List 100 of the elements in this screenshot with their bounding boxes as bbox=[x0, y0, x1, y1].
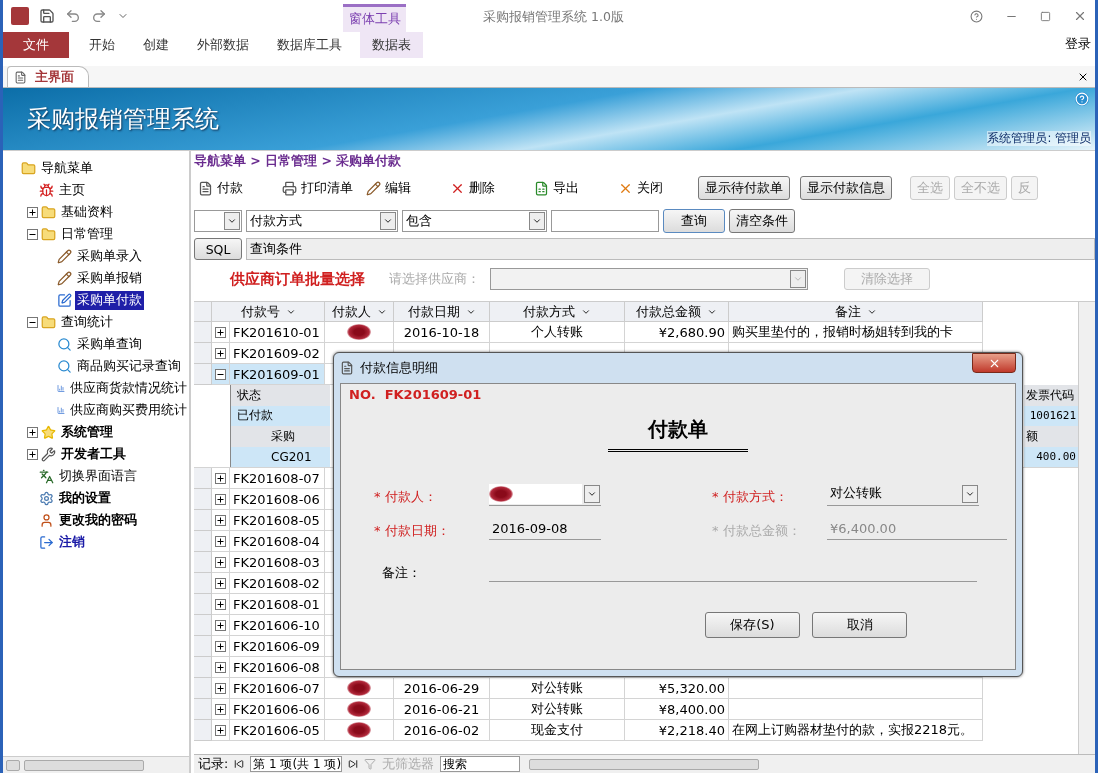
action-button[interactable]: 显示付款信息 bbox=[800, 176, 892, 200]
first-record-icon[interactable] bbox=[234, 759, 245, 769]
dropdown[interactable]: 包含 bbox=[402, 210, 547, 232]
table-cell: FK201606-09 bbox=[230, 636, 325, 657]
expand-icon[interactable] bbox=[27, 206, 38, 218]
clear-button[interactable]: 清空条件 bbox=[729, 209, 795, 233]
sql-button[interactable]: SQL bbox=[194, 238, 242, 260]
ribbon-tab[interactable]: 开始 bbox=[75, 32, 129, 58]
vertical-scrollbar[interactable] bbox=[1078, 302, 1095, 754]
dropdown[interactable]: 付款方式 bbox=[246, 210, 398, 232]
collapse-icon[interactable] bbox=[27, 228, 38, 240]
nav-item[interactable]: 导航菜单 bbox=[39, 158, 95, 178]
dropdown[interactable] bbox=[194, 210, 242, 232]
record-position-field[interactable]: 第 1 项(共 1 项) bbox=[250, 756, 343, 772]
nav-item[interactable]: 主页 bbox=[57, 180, 87, 200]
table-cell: FK201606-10 bbox=[230, 615, 325, 636]
form-heading: 付款单 bbox=[608, 416, 748, 452]
expand-icon[interactable] bbox=[215, 619, 226, 631]
toolbar-button[interactable]: 导出 bbox=[530, 179, 610, 197]
ribbon-tab[interactable]: 文件 bbox=[3, 32, 69, 58]
close-icon[interactable] bbox=[1077, 71, 1089, 83]
toolbar-button[interactable]: 关闭 bbox=[614, 179, 694, 197]
undo-icon[interactable] bbox=[65, 8, 81, 24]
payer-dropdown[interactable] bbox=[489, 482, 601, 506]
form-icon bbox=[14, 70, 27, 84]
nav-item[interactable]: 日常管理 bbox=[59, 224, 115, 244]
expand-icon[interactable] bbox=[215, 724, 226, 736]
redo-icon[interactable] bbox=[91, 8, 107, 24]
expand-icon[interactable] bbox=[215, 577, 226, 589]
record-label: 记录: bbox=[198, 755, 229, 773]
nav-item[interactable]: 供应商购买费用统计 bbox=[68, 400, 189, 420]
toolbar-button[interactable]: 删除 bbox=[446, 179, 526, 197]
toolbar-button[interactable]: 编辑 bbox=[362, 179, 442, 197]
search-field[interactable]: 搜索 bbox=[440, 756, 521, 772]
user-label: 系统管理员: 管理员 bbox=[987, 131, 1091, 146]
ribbon-tab[interactable]: 数据库工具 bbox=[263, 32, 356, 58]
expand-icon[interactable] bbox=[215, 472, 226, 484]
nav-item[interactable]: 基础资料 bbox=[59, 202, 115, 222]
ribbon-tab[interactable]: 数据表 bbox=[360, 32, 423, 58]
column-header[interactable]: 备注 bbox=[729, 302, 983, 322]
field-label: * 付款方式： bbox=[712, 488, 789, 506]
column-header[interactable]: 付款日期 bbox=[394, 302, 490, 322]
date-field[interactable]: 2016-09-08 bbox=[489, 518, 601, 540]
toolbar-button[interactable]: 付款 bbox=[194, 179, 274, 197]
last-record-icon[interactable] bbox=[348, 759, 359, 769]
column-header[interactable]: 付款方式 bbox=[490, 302, 625, 322]
settings-icon bbox=[39, 490, 54, 506]
close-button[interactable] bbox=[972, 353, 1016, 373]
column-header[interactable]: 付款号 bbox=[212, 302, 325, 322]
help-icon[interactable] bbox=[970, 9, 983, 23]
table-cell: 2016-10-18 bbox=[394, 322, 490, 343]
nav-item[interactable]: 供应商货款情况统计 bbox=[68, 378, 189, 398]
collapse-icon[interactable] bbox=[27, 316, 38, 328]
expand-icon[interactable] bbox=[27, 448, 38, 460]
expand-icon[interactable] bbox=[215, 703, 226, 715]
expand-icon[interactable] bbox=[215, 598, 226, 610]
input-field[interactable] bbox=[551, 210, 659, 232]
nav-item[interactable]: 切换界面语言 bbox=[57, 466, 139, 486]
nav-item[interactable]: 商品购买记录查询 bbox=[75, 356, 183, 376]
nav-item[interactable]: 采购单报销 bbox=[75, 268, 144, 288]
nav-item[interactable]: 开发者工具 bbox=[59, 444, 128, 464]
table-cell: 采购 bbox=[231, 426, 330, 447]
ribbon-tab[interactable]: 创建 bbox=[129, 32, 183, 58]
expand-icon[interactable] bbox=[215, 556, 226, 568]
expand-icon[interactable] bbox=[215, 493, 226, 505]
column-header[interactable]: 付款总金额 bbox=[625, 302, 729, 322]
ribbon-tab[interactable]: 外部数据 bbox=[183, 32, 263, 58]
nav-item[interactable]: 系统管理 bbox=[59, 422, 115, 442]
dialog-button[interactable]: 取消 bbox=[812, 612, 907, 638]
folder-icon bbox=[41, 226, 56, 242]
condition-field[interactable]: 查询条件 bbox=[246, 238, 1095, 260]
document-tab[interactable]: 主界面 bbox=[7, 66, 89, 87]
expand-icon[interactable] bbox=[215, 347, 226, 359]
expand-icon[interactable] bbox=[215, 514, 226, 526]
maximize-icon[interactable] bbox=[1040, 10, 1051, 22]
column-header[interactable]: 付款人 bbox=[325, 302, 394, 322]
expand-icon[interactable] bbox=[215, 326, 226, 338]
login-link[interactable]: 登录 bbox=[1065, 32, 1091, 53]
nav-item[interactable]: 采购单查询 bbox=[75, 334, 144, 354]
expand-icon[interactable] bbox=[27, 426, 38, 438]
toolbar-button[interactable]: 打印清单 bbox=[278, 179, 358, 197]
expand-icon[interactable] bbox=[215, 535, 226, 547]
expand-icon[interactable] bbox=[215, 682, 226, 694]
nav-item[interactable]: 采购单录入 bbox=[75, 246, 144, 266]
dialog-button[interactable]: 保存(S) bbox=[705, 612, 800, 638]
nav-item[interactable]: 查询统计 bbox=[59, 312, 115, 332]
expand-icon[interactable] bbox=[215, 661, 226, 673]
nav-item[interactable]: 更改我的密码 bbox=[57, 510, 139, 530]
save-icon[interactable] bbox=[39, 8, 55, 24]
collapse-icon[interactable] bbox=[215, 368, 226, 380]
action-button[interactable]: 显示待付款单 bbox=[698, 176, 790, 200]
nav-item[interactable]: 采购单付款 bbox=[75, 290, 144, 310]
horizontal-scrollbar[interactable] bbox=[3, 756, 189, 773]
dropdown[interactable] bbox=[490, 268, 808, 290]
nav-item[interactable]: 我的设置 bbox=[57, 488, 113, 508]
table-cell: FK201609-02 bbox=[230, 343, 325, 364]
nav-item[interactable]: 注销 bbox=[57, 532, 87, 552]
expand-icon[interactable] bbox=[215, 640, 226, 652]
query-button[interactable]: 查询 bbox=[663, 209, 725, 233]
method-dropdown[interactable]: 对公转账 bbox=[827, 482, 979, 506]
